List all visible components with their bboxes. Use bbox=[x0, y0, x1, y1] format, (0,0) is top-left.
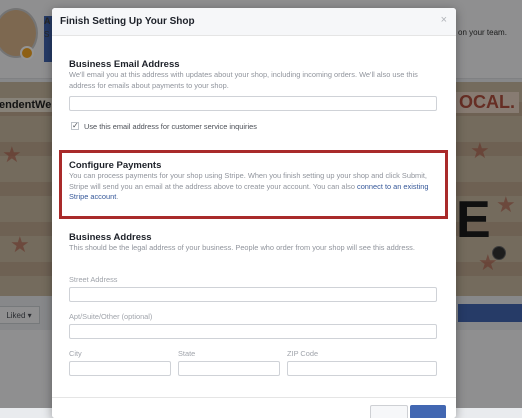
customer-service-checkbox-label: Use this email address for customer serv… bbox=[84, 122, 257, 131]
dialog-header: Finish Setting Up Your Shop × bbox=[52, 8, 456, 36]
state-input[interactable] bbox=[178, 361, 280, 376]
business-email-title: Business Email Address bbox=[69, 59, 180, 70]
street-address-label: Street Address bbox=[69, 275, 118, 284]
submit-button[interactable] bbox=[410, 405, 446, 418]
configure-payments-title: Configure Payments bbox=[69, 160, 162, 171]
apt-suite-label: Apt/Suite/Other (optional) bbox=[69, 312, 153, 321]
customer-service-checkbox[interactable]: ✓ bbox=[71, 122, 79, 130]
city-label: City bbox=[69, 349, 82, 358]
business-email-input[interactable] bbox=[69, 96, 437, 111]
business-address-title: Business Address bbox=[69, 232, 152, 243]
close-icon[interactable]: × bbox=[441, 14, 447, 26]
configure-payments-description: You can process payments for your shop u… bbox=[69, 171, 429, 202]
zip-code-input[interactable] bbox=[287, 361, 437, 376]
cancel-button[interactable] bbox=[370, 405, 408, 418]
state-label: State bbox=[178, 349, 196, 358]
apt-suite-input[interactable] bbox=[69, 324, 437, 339]
dialog-title: Finish Setting Up Your Shop bbox=[60, 16, 195, 27]
street-address-input[interactable] bbox=[69, 287, 437, 302]
finish-setup-dialog: Finish Setting Up Your Shop × Business E… bbox=[52, 8, 456, 418]
city-input[interactable] bbox=[69, 361, 171, 376]
business-address-description: This should be the legal address of your… bbox=[69, 243, 415, 252]
zip-code-label: ZIP Code bbox=[287, 349, 319, 358]
business-email-description: We'll email you at this address with upd… bbox=[69, 70, 418, 90]
